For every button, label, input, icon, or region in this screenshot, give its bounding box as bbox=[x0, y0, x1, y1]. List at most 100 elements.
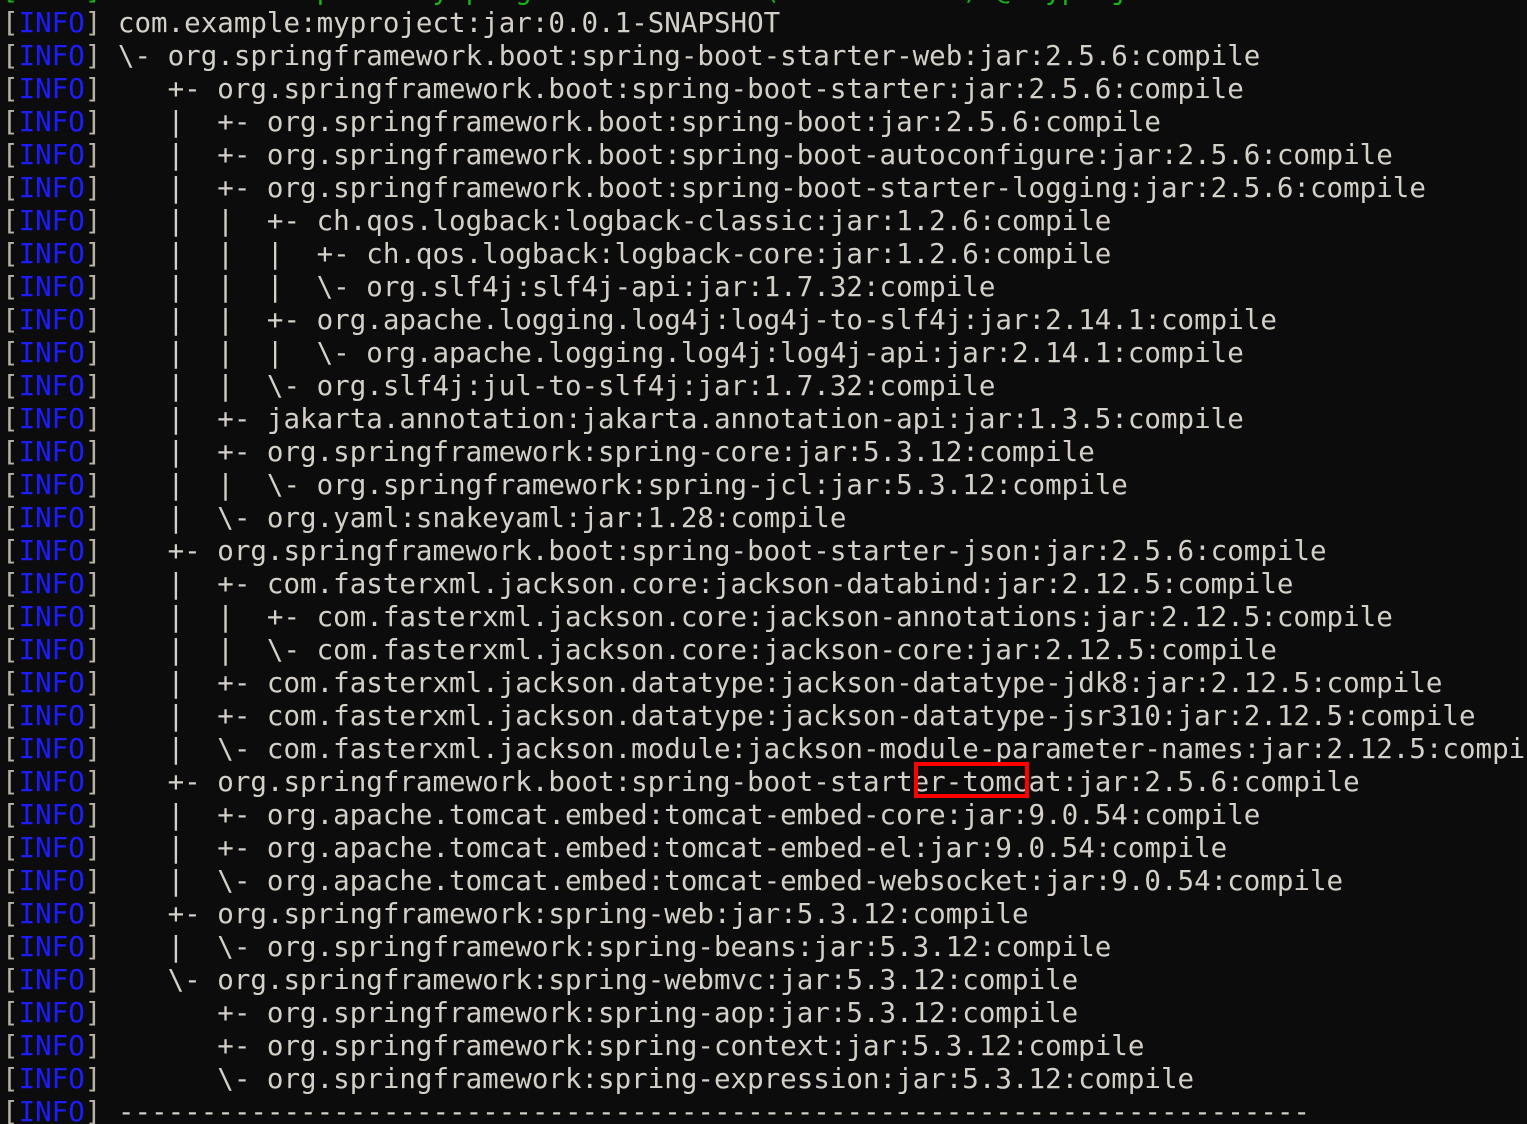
log-message: com.example:myproject:jar:0.0.1-SNAPSHOT bbox=[117, 7, 781, 39]
clipped-header-line: [INFO] --- maven-dependency-plugin:3.1.2… bbox=[2, 0, 1527, 7]
log-bracket-close: ] bbox=[84, 172, 118, 204]
log-bracket-close: ] bbox=[84, 337, 118, 369]
log-bracket-close: ] bbox=[84, 7, 118, 39]
log-level-label: INFO bbox=[18, 469, 85, 501]
log-bracket-close: ] bbox=[84, 766, 118, 798]
log-level-label: INFO bbox=[18, 931, 85, 963]
log-bracket-close: ] bbox=[84, 73, 118, 105]
log-bracket-open: [ bbox=[2, 337, 19, 369]
log-message: | +- org.springframework.boot:spring-boo… bbox=[117, 106, 1161, 138]
log-line: [INFO] | | \- org.slf4j:jul-to-slf4j:jar… bbox=[2, 370, 1527, 403]
log-bracket-open: [ bbox=[2, 700, 19, 732]
log-bracket-open: [ bbox=[2, 799, 19, 831]
log-bracket-close: ] bbox=[84, 667, 118, 699]
log-bracket-close: ] bbox=[84, 304, 118, 336]
log-level-label: INFO bbox=[18, 172, 85, 204]
log-line: [INFO] | | +- com.fasterxml.jackson.core… bbox=[2, 601, 1527, 634]
log-line: [INFO] | +- org.apache.tomcat.embed:tomc… bbox=[2, 799, 1527, 832]
terminal-window[interactable]: [INFO] --- maven-dependency-plugin:3.1.2… bbox=[0, 0, 1527, 1124]
log-bracket-close: ] bbox=[84, 1096, 118, 1124]
log-message: | +- org.apache.tomcat.embed:tomcat-embe… bbox=[117, 799, 1261, 831]
log-bracket-close: ] bbox=[84, 964, 118, 996]
log-line: [INFO] +- org.springframework.boot:sprin… bbox=[2, 766, 1527, 799]
log-message: +- org.springframework.boot:spring-boot-… bbox=[117, 766, 1360, 798]
log-line: [INFO] | | +- org.apache.logging.log4j:l… bbox=[2, 304, 1527, 337]
log-level-label: INFO bbox=[18, 997, 85, 1029]
log-bracket-open: [ bbox=[2, 502, 19, 534]
log-level-label: INFO bbox=[18, 898, 85, 930]
log-bracket-close: ] bbox=[84, 997, 118, 1029]
log-level-label: INFO bbox=[18, 304, 85, 336]
log-message: \- org.springframework:spring-expression… bbox=[117, 1063, 1195, 1095]
log-level-label: INFO bbox=[18, 601, 85, 633]
log-bracket-open: [ bbox=[2, 73, 19, 105]
log-line: [INFO] \- org.springframework:spring-exp… bbox=[2, 1063, 1527, 1096]
log-line: [INFO] +- org.springframework:spring-con… bbox=[2, 1030, 1527, 1063]
log-bracket-open: [ bbox=[2, 106, 19, 138]
log-level-label: INFO bbox=[18, 832, 85, 864]
log-level-label: INFO bbox=[18, 667, 85, 699]
log-level-label: INFO bbox=[18, 370, 85, 402]
log-bracket-close: ] bbox=[84, 205, 118, 237]
log-line: [INFO] | | | \- org.apache.logging.log4j… bbox=[2, 337, 1527, 370]
log-level-label: INFO bbox=[18, 733, 85, 765]
log-level-label: INFO bbox=[18, 205, 85, 237]
log-message: | +- org.springframework.boot:spring-boo… bbox=[117, 172, 1426, 204]
log-message: | | | +- ch.qos.logback:logback-core:jar… bbox=[117, 238, 1112, 270]
log-message: | \- com.fasterxml.jackson.module:jackso… bbox=[117, 733, 1527, 765]
log-bracket-open: [ bbox=[2, 172, 19, 204]
log-bracket-close: ] bbox=[84, 931, 118, 963]
log-bracket-open: [ bbox=[2, 535, 19, 567]
log-bracket-open: [ bbox=[2, 436, 19, 468]
log-bracket-close: ] bbox=[84, 700, 118, 732]
log-level-label: INFO bbox=[18, 568, 85, 600]
log-bracket-close: ] bbox=[84, 898, 118, 930]
log-line: [INFO] | +- com.fasterxml.jackson.dataty… bbox=[2, 667, 1527, 700]
log-bracket-open: [ bbox=[2, 634, 19, 666]
log-message: | +- com.fasterxml.jackson.core:jackson-… bbox=[117, 568, 1294, 600]
log-message: | | | \- org.slf4j:slf4j-api:jar:1.7.32:… bbox=[117, 271, 996, 303]
log-message: +- org.springframework:spring-web:jar:5.… bbox=[117, 898, 1029, 930]
log-line: [INFO] | \- com.fasterxml.jackson.module… bbox=[2, 733, 1527, 766]
log-message: | | +- org.apache.logging.log4j:log4j-to… bbox=[117, 304, 1277, 336]
log-line: [INFO] | | +- ch.qos.logback:logback-cla… bbox=[2, 205, 1527, 238]
log-line: [INFO] ---------------------------------… bbox=[2, 1096, 1527, 1124]
log-bracket-close: ] bbox=[84, 502, 118, 534]
log-level-label: INFO bbox=[18, 865, 85, 897]
log-line: [INFO] | \- org.springframework:spring-b… bbox=[2, 931, 1527, 964]
log-bracket-open: [ bbox=[2, 931, 19, 963]
log-bracket-close: ] bbox=[84, 799, 118, 831]
log-bracket-close: ] bbox=[84, 1063, 118, 1095]
log-message: | +- com.fasterxml.jackson.datatype:jack… bbox=[117, 667, 1443, 699]
log-line: [INFO] | \- org.apache.tomcat.embed:tomc… bbox=[2, 865, 1527, 898]
log-line: [INFO] | | \- org.springframework:spring… bbox=[2, 469, 1527, 502]
log-bracket-close: ] bbox=[84, 436, 118, 468]
log-message: +- org.springframework.boot:spring-boot-… bbox=[117, 535, 1327, 567]
log-bracket-close: ] bbox=[84, 271, 118, 303]
log-message: | | +- ch.qos.logback:logback-classic:ja… bbox=[117, 205, 1112, 237]
log-message: | \- org.yaml:snakeyaml:jar:1.28:compile bbox=[117, 502, 847, 534]
log-line: [INFO] | +- org.springframework.boot:spr… bbox=[2, 106, 1527, 139]
log-message: | | | \- org.apache.logging.log4j:log4j-… bbox=[117, 337, 1244, 369]
log-bracket-close: ] bbox=[84, 832, 118, 864]
log-level-label: INFO bbox=[18, 40, 85, 72]
log-bracket-open: [ bbox=[2, 205, 19, 237]
log-level-label: INFO bbox=[18, 634, 85, 666]
log-bracket-open: [ bbox=[2, 1096, 19, 1124]
log-line: [INFO] +- org.springframework:spring-aop… bbox=[2, 997, 1527, 1030]
log-message: | | +- com.fasterxml.jackson.core:jackso… bbox=[117, 601, 1393, 633]
log-level-label: INFO bbox=[18, 271, 85, 303]
log-line: [INFO] +- org.springframework:spring-web… bbox=[2, 898, 1527, 931]
log-line: [INFO] | +- jakarta.annotation:jakarta.a… bbox=[2, 403, 1527, 436]
log-message: | \- org.apache.tomcat.embed:tomcat-embe… bbox=[117, 865, 1344, 897]
log-bracket-open: [ bbox=[2, 964, 19, 996]
log-bracket-close: ] bbox=[84, 1030, 118, 1062]
log-bracket-open: [ bbox=[2, 139, 19, 171]
log-level-label: INFO bbox=[18, 766, 85, 798]
log-bracket-open: [ bbox=[2, 733, 19, 765]
log-message: +- org.springframework:spring-context:ja… bbox=[117, 1030, 1145, 1062]
log-message: \- org.springframework.boot:spring-boot-… bbox=[117, 40, 1261, 72]
log-bracket-close: ] bbox=[84, 139, 118, 171]
log-level-label: INFO bbox=[18, 436, 85, 468]
log-message: +- org.springframework.boot:spring-boot-… bbox=[117, 73, 1244, 105]
